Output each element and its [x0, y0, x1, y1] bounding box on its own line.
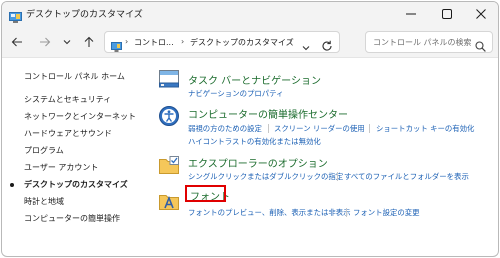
address-row: › コントロ... › デスクトップのカスタマイズ › コントロール パネルの検… [2, 26, 498, 58]
sidebar-item-system-security[interactable]: システムとセキュリティ [24, 94, 111, 105]
entry-title-ease-of-access[interactable]: コンピューターの簡単操作センター [188, 106, 348, 121]
control-panel-app-icon [9, 8, 22, 23]
close-button[interactable] [464, 2, 498, 26]
selected-bullet-icon [10, 183, 14, 187]
refresh-button[interactable] [321, 37, 333, 51]
link-show-hidden-files[interactable]: すべてのファイルとフォルダーを表示 [344, 171, 469, 182]
address-bar[interactable]: › コントロ... › デスクトップのカスタマイズ › [104, 31, 340, 53]
link-font-preview[interactable]: フォントのプレビュー、削除、表示または非表示 [188, 207, 351, 218]
link-shortcut-keys[interactable]: ショートカット キーの有効化 [376, 123, 474, 134]
sidebar-item-hardware[interactable]: ハードウェアとサウンド [24, 128, 112, 139]
window-title: デスクトップのカスタマイズ [26, 10, 143, 20]
fonts-icon[interactable] [158, 189, 180, 211]
link-high-contrast[interactable]: ハイコントラストの有効化または無効化 [188, 136, 321, 147]
breadcrumb-separator[interactable]: › [181, 37, 184, 46]
sidebar-item-network[interactable]: ネットワークとインターネット [24, 111, 136, 122]
sidebar-item-personalization[interactable]: デスクトップのカスタマイズ [24, 179, 128, 190]
left-nav-pane: コントロール パネル ホーム システムとセキュリティ ネットワークとインターネッ… [2, 59, 152, 256]
taskbar-icon[interactable] [158, 68, 180, 90]
breadcrumb-control-panel[interactable]: コントロ... [134, 37, 174, 48]
breadcrumb-separator: › [125, 37, 129, 46]
entry-title-taskbar[interactable]: タスク バーとナビゲーション [188, 72, 321, 87]
address-dropdown-button[interactable] [301, 38, 311, 51]
sidebar-item-ease-of-access[interactable]: コンピューターの簡単操作 [24, 213, 120, 224]
chevron-down-icon [63, 40, 71, 45]
arrow-up-icon [84, 36, 94, 47]
forward-button[interactable] [36, 33, 54, 51]
sidebar-item-programs[interactable]: プログラム [24, 145, 64, 156]
ease-of-access-icon[interactable] [158, 105, 180, 127]
recent-locations-button[interactable] [58, 33, 76, 51]
search-box[interactable]: コントロール パネルの検索 [365, 31, 493, 53]
link-low-vision-settings[interactable]: 弱視の方のための設定 [188, 123, 262, 134]
link-separator [346, 208, 347, 217]
search-icon[interactable] [475, 37, 486, 52]
control-panel-crumb-icon [111, 37, 122, 52]
breadcrumb-personalization[interactable]: デスクトップのカスタマイズ [190, 37, 294, 48]
breadcrumb-separator[interactable]: › [289, 37, 292, 46]
up-button[interactable] [80, 33, 98, 51]
link-separator [268, 124, 269, 133]
sidebar-item-clock-region[interactable]: 時計と地域 [24, 196, 64, 207]
sidebar-item-user-accounts[interactable]: ユーザー アカウント [24, 162, 98, 173]
chevron-down-icon [302, 46, 310, 51]
fonts-highlight-box [185, 185, 226, 202]
minimize-button[interactable] [394, 2, 428, 26]
entry-title-explorer-options[interactable]: エクスプローラーのオプション [188, 155, 328, 170]
link-font-settings[interactable]: フォント設定の変更 [353, 207, 420, 218]
arrow-left-icon [11, 37, 22, 47]
link-single-double-click[interactable]: シングルクリックまたはダブルクリックの指定 [188, 171, 343, 182]
control-panel-window: デスクトップのカスタマイズ › コントロ... › デスクトップのカスタマイズ … [1, 1, 499, 257]
link-screen-reader[interactable]: スクリーン リーダーの使用 [274, 123, 365, 134]
search-input[interactable]: コントロール パネルの検索 [373, 37, 472, 48]
sidebar-item-home[interactable]: コントロール パネル ホーム [24, 71, 125, 82]
refresh-icon [322, 40, 332, 51]
arrow-right-icon [40, 37, 51, 47]
link-navigation-properties[interactable]: ナビゲーションのプロパティ [188, 88, 284, 99]
back-button[interactable] [8, 33, 26, 51]
maximize-button[interactable] [430, 2, 464, 26]
link-separator [337, 172, 338, 181]
link-separator [369, 124, 370, 133]
folder-options-icon[interactable] [158, 154, 180, 176]
title-bar: デスクトップのカスタマイズ [2, 2, 498, 26]
